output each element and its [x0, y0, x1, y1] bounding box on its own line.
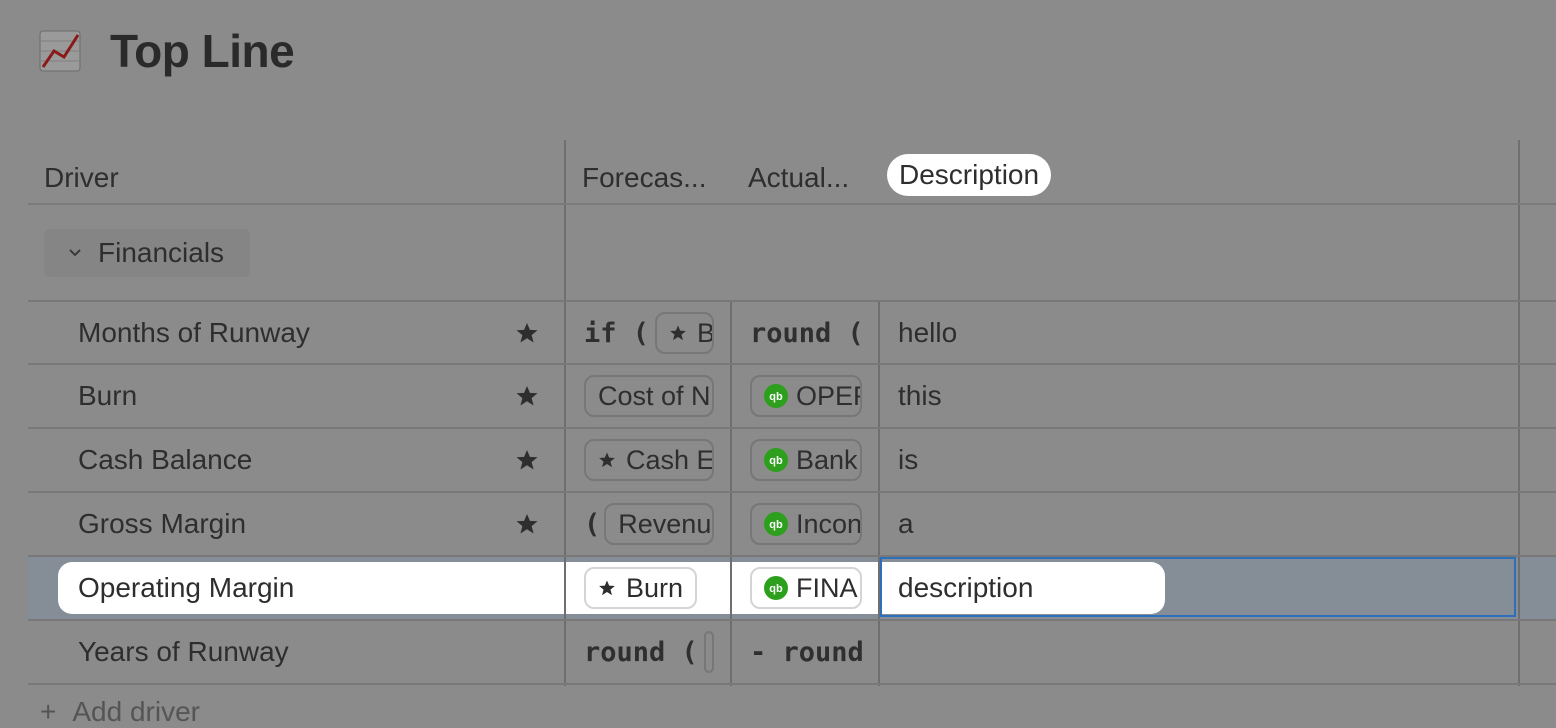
driver-name[interactable]: Gross Margin: [78, 493, 246, 555]
forecast-cell[interactable]: Burn: [584, 557, 714, 619]
formula-prefix: round (: [584, 636, 698, 668]
formula-chip[interactable]: Burn: [584, 567, 698, 609]
svg-text:qb: qb: [769, 519, 783, 531]
formula-chip[interactable]: qb OPER: [750, 375, 862, 417]
page-title: Top Line: [110, 25, 295, 77]
column-header-forecast[interactable]: Forecas...: [582, 162, 706, 194]
formula-chip[interactable]: Revenu: [604, 503, 714, 545]
table-row[interactable]: Years of Runway round ( - round: [28, 621, 1556, 683]
formula-prefix: - round: [750, 636, 862, 668]
chip-label: Revenu: [618, 508, 712, 539]
header-divider: [28, 203, 1556, 205]
quickbooks-icon: qb: [764, 448, 788, 472]
quickbooks-icon: qb: [764, 384, 788, 408]
page-header: Top Line: [38, 24, 295, 78]
forecast-cell[interactable]: if ( Bu: [584, 302, 714, 364]
quickbooks-icon: qb: [764, 576, 788, 600]
driver-name[interactable]: Years of Runway: [78, 621, 289, 683]
star-icon: [599, 452, 615, 468]
add-driver-button[interactable]: + Add driver: [40, 696, 200, 728]
table-row[interactable]: Cash Balance Cash E qb Bank is: [28, 429, 1556, 491]
formula-chip[interactable]: Cost of N: [584, 375, 714, 417]
description-cell[interactable]: a: [898, 493, 914, 555]
description-cell-selection[interactable]: [880, 557, 1516, 617]
forecast-cell[interactable]: round (: [584, 621, 714, 683]
description-cell[interactable]: is: [898, 429, 918, 491]
actual-cell[interactable]: qb Bank: [750, 429, 862, 491]
description-cell[interactable]: hello: [898, 302, 957, 364]
driver-name[interactable]: Operating Margin: [78, 557, 294, 619]
star-icon[interactable]: [515, 448, 539, 472]
formula-chip[interactable]: [703, 631, 714, 673]
svg-text:qb: qb: [769, 583, 783, 595]
chip-label: OPER: [796, 380, 860, 411]
chip-label: Bu: [697, 317, 714, 348]
chevron-down-icon: [69, 249, 81, 257]
formula-chip[interactable]: qb FINAI: [750, 567, 862, 609]
chip-label: Cost of N: [598, 380, 711, 411]
table-row[interactable]: Months of Runway if ( Bu round ( hello: [28, 302, 1556, 364]
star-icon: [599, 580, 615, 596]
star-icon[interactable]: [515, 384, 539, 408]
chip-label: Cash E: [626, 444, 714, 475]
actual-cell[interactable]: round (: [750, 302, 862, 364]
driver-name[interactable]: Months of Runway: [78, 302, 310, 364]
driver-name[interactable]: Burn: [78, 365, 137, 427]
forecast-cell[interactable]: ( Revenu: [584, 493, 714, 555]
star-icon[interactable]: [515, 512, 539, 536]
add-driver-label: Add driver: [72, 696, 200, 727]
forecast-cell[interactable]: Cash E: [584, 429, 714, 491]
chip-label: Bank: [796, 444, 858, 475]
formula-prefix: if (: [584, 317, 650, 349]
actual-cell[interactable]: - round: [750, 621, 862, 683]
actual-cell[interactable]: qb Incon: [750, 493, 862, 555]
group-label: Financials: [98, 237, 225, 268]
group-toggle-financials[interactable]: Financials: [44, 229, 250, 277]
table-row[interactable]: Gross Margin ( Revenu qb Incon a: [28, 493, 1556, 555]
actual-cell[interactable]: qb OPER: [750, 365, 862, 427]
formula-chip[interactable]: qb Incon: [750, 503, 862, 545]
row-divider: [28, 683, 1556, 685]
column-header-actual[interactable]: Actual...: [748, 162, 849, 194]
star-icon[interactable]: [515, 321, 539, 345]
plus-icon: +: [40, 696, 57, 727]
column-header-description[interactable]: Description: [887, 154, 1052, 196]
forecast-cell[interactable]: Cost of N: [584, 365, 714, 427]
chip-label: Burn: [626, 572, 684, 603]
description-cell[interactable]: this: [898, 365, 942, 427]
drivers-table: Driver Forecas... Actual... Description …: [28, 140, 1556, 720]
svg-text:qb: qb: [769, 455, 783, 467]
formula-prefix: round (: [750, 317, 862, 349]
column-header-driver[interactable]: Driver: [44, 162, 119, 194]
driver-name[interactable]: Cash Balance: [78, 429, 252, 491]
formula-chip[interactable]: Cash E: [584, 439, 714, 481]
quickbooks-icon: qb: [764, 512, 788, 536]
actual-cell[interactable]: qb FINAI: [750, 557, 862, 619]
svg-text:qb: qb: [769, 391, 783, 403]
formula-chip[interactable]: qb Bank: [750, 439, 862, 481]
chip-label: Incon: [796, 508, 862, 539]
table-row[interactable]: Burn Cost of N qb OPER this: [28, 365, 1556, 427]
formula-prefix: (: [584, 508, 601, 540]
star-icon: [670, 325, 686, 341]
chip-label: FINAI: [796, 572, 862, 603]
formula-chip[interactable]: Bu: [655, 312, 714, 354]
chart-increasing-icon: [39, 30, 81, 72]
